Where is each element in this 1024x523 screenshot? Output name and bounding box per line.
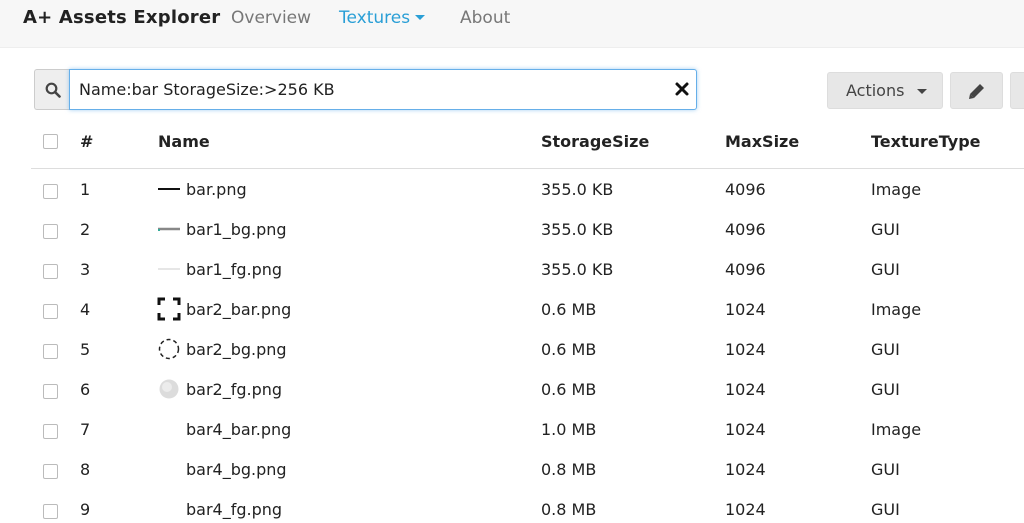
row-max-size: 1024 [725, 500, 766, 519]
row-name[interactable]: bar2_fg.png [186, 380, 282, 399]
texture-thumbnail-icon [157, 297, 181, 321]
more-button[interactable] [1010, 72, 1024, 109]
row-texture-type: GUI [871, 500, 900, 519]
table-header-divider [31, 168, 1024, 169]
row-max-size: 1024 [725, 420, 766, 439]
row-checkbox[interactable] [43, 384, 58, 399]
row-number: 2 [80, 220, 91, 239]
search-icon [45, 82, 61, 98]
row-max-size: 1024 [725, 380, 766, 399]
row-checkbox[interactable] [43, 184, 58, 199]
row-name[interactable]: bar4_fg.png [186, 500, 282, 519]
row-max-size: 4096 [725, 260, 766, 279]
row-checkbox[interactable] [43, 224, 58, 239]
row-name[interactable]: bar2_bg.png [186, 340, 287, 359]
column-header-storage-size[interactable]: StorageSize [541, 132, 649, 151]
search-addon [34, 69, 70, 110]
row-storage-size: 355.0 KB [541, 220, 614, 239]
row-max-size: 1024 [725, 300, 766, 319]
row-checkbox[interactable] [43, 504, 58, 519]
row-number: 9 [80, 500, 91, 519]
chevron-down-icon [415, 15, 426, 20]
column-header-number[interactable]: # [80, 132, 93, 151]
nav-textures-label: Textures [339, 8, 411, 28]
row-checkbox[interactable] [43, 344, 58, 359]
row-name[interactable]: bar.png [186, 180, 247, 199]
row-texture-type: GUI [871, 380, 900, 399]
edit-button[interactable] [950, 72, 1003, 109]
row-texture-type: GUI [871, 220, 900, 239]
texture-thumbnail-icon [158, 188, 180, 190]
row-storage-size: 1.0 MB [541, 420, 597, 439]
clear-search-icon[interactable] [672, 79, 692, 99]
row-max-size: 1024 [725, 340, 766, 359]
row-texture-type: GUI [871, 340, 900, 359]
row-checkbox[interactable] [43, 464, 58, 479]
row-texture-type: GUI [871, 460, 900, 479]
texture-thumbnail-icon [158, 338, 180, 360]
row-checkbox[interactable] [43, 424, 58, 439]
texture-thumbnail-icon [158, 268, 180, 270]
row-texture-type: Image [871, 180, 922, 199]
row-texture-type: GUI [871, 260, 900, 279]
texture-thumbnail-icon [159, 379, 179, 399]
select-all-checkbox[interactable] [43, 134, 58, 149]
row-storage-size: 0.8 MB [541, 460, 597, 479]
row-number: 1 [80, 180, 91, 199]
row-name[interactable]: bar1_fg.png [186, 260, 282, 279]
row-storage-size: 0.6 MB [541, 380, 597, 399]
actions-label: Actions [846, 81, 905, 100]
row-storage-size: 355.0 KB [541, 180, 614, 199]
nav-overview[interactable]: Overview [231, 8, 311, 28]
row-storage-size: 0.6 MB [541, 340, 597, 359]
row-storage-size: 0.8 MB [541, 500, 597, 519]
row-number: 7 [80, 420, 91, 439]
search-input[interactable] [69, 69, 697, 110]
row-name[interactable]: bar4_bar.png [186, 420, 291, 439]
row-max-size: 4096 [725, 180, 766, 199]
row-name[interactable]: bar1_bg.png [186, 220, 287, 239]
row-name[interactable]: bar2_bar.png [186, 300, 291, 319]
row-checkbox[interactable] [43, 304, 58, 319]
chevron-down-icon [917, 89, 927, 94]
row-number: 3 [80, 260, 91, 279]
nav-textures-dropdown[interactable]: Textures [339, 8, 426, 28]
row-max-size: 1024 [725, 460, 766, 479]
column-header-name[interactable]: Name [158, 132, 210, 151]
search-group [34, 69, 697, 110]
row-storage-size: 0.6 MB [541, 300, 597, 319]
row-number: 5 [80, 340, 91, 359]
row-number: 6 [80, 380, 91, 399]
brand-link[interactable]: A+ Assets Explorer [23, 7, 220, 28]
row-checkbox[interactable] [43, 264, 58, 279]
row-storage-size: 355.0 KB [541, 260, 614, 279]
nav-about[interactable]: About [460, 8, 510, 28]
navbar: A+ Assets Explorer Overview Textures Abo… [0, 0, 1024, 48]
row-number: 8 [80, 460, 91, 479]
row-texture-type: Image [871, 300, 922, 319]
row-name[interactable]: bar4_bg.png [186, 460, 287, 479]
actions-dropdown-button[interactable]: Actions [827, 72, 943, 109]
row-max-size: 4096 [725, 220, 766, 239]
column-header-texture-type[interactable]: TextureType [871, 132, 981, 151]
row-texture-type: Image [871, 420, 922, 439]
column-header-max-size[interactable]: MaxSize [725, 132, 799, 151]
pencil-icon [969, 84, 984, 99]
texture-thumbnail-icon [158, 227, 180, 231]
row-number: 4 [80, 300, 91, 319]
